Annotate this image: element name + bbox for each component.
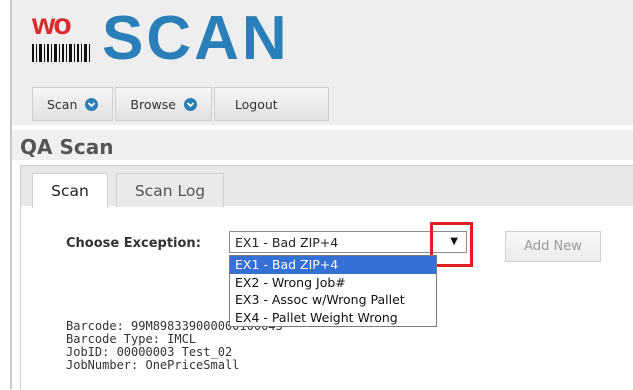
exception-option[interactable]: EX3 - Assoc w/Wrong Pallet — [230, 291, 436, 309]
logo-prefix: wo — [32, 8, 72, 41]
add-new-button[interactable]: Add New — [505, 231, 601, 262]
nav-logout-label: Logout — [234, 96, 278, 112]
jobnumber-line: JobNumber: OnePriceSmall — [66, 358, 240, 372]
exception-option[interactable]: EX2 - Wrong Job# — [230, 274, 436, 292]
exception-option[interactable]: EX4 - Pallet Weight Wrong — [230, 309, 436, 327]
nav-scan-button[interactable]: Scan — [32, 87, 114, 121]
exception-option[interactable]: EX1 - Bad ZIP+4 — [230, 256, 436, 274]
nav-browse-button[interactable]: Browse — [115, 87, 212, 121]
tab-scan[interactable]: Scan — [32, 173, 108, 208]
main-nav: Scan Browse Logout — [32, 87, 329, 121]
choose-exception-label: Choose Exception: — [66, 236, 201, 251]
chevron-down-icon — [85, 97, 99, 111]
chevron-down-icon — [183, 97, 197, 111]
exception-select-value: EX1 - Bad ZIP+4 — [235, 234, 339, 250]
tab-scan-log[interactable]: Scan Log — [116, 173, 224, 207]
exception-dropdown-list: EX1 - Bad ZIP+4 EX2 - Wrong Job# EX3 - A… — [229, 255, 437, 327]
nav-browse-label: Browse — [130, 96, 176, 112]
logo-wordmark: SCAN — [102, 4, 290, 73]
scan-info: Barcode: 99M898339000000100043 Barcode T… — [66, 320, 283, 372]
tab-bar — [21, 166, 633, 206]
nav-scan-label: Scan — [47, 96, 78, 112]
app-header: wo SCAN Scan Browse Logout — [12, 0, 633, 125]
nav-logout-button[interactable]: Logout — [213, 87, 329, 121]
barcode-icon — [32, 44, 90, 62]
page-title: QA Scan — [20, 135, 114, 159]
woscan-logo: wo SCAN — [32, 8, 332, 70]
